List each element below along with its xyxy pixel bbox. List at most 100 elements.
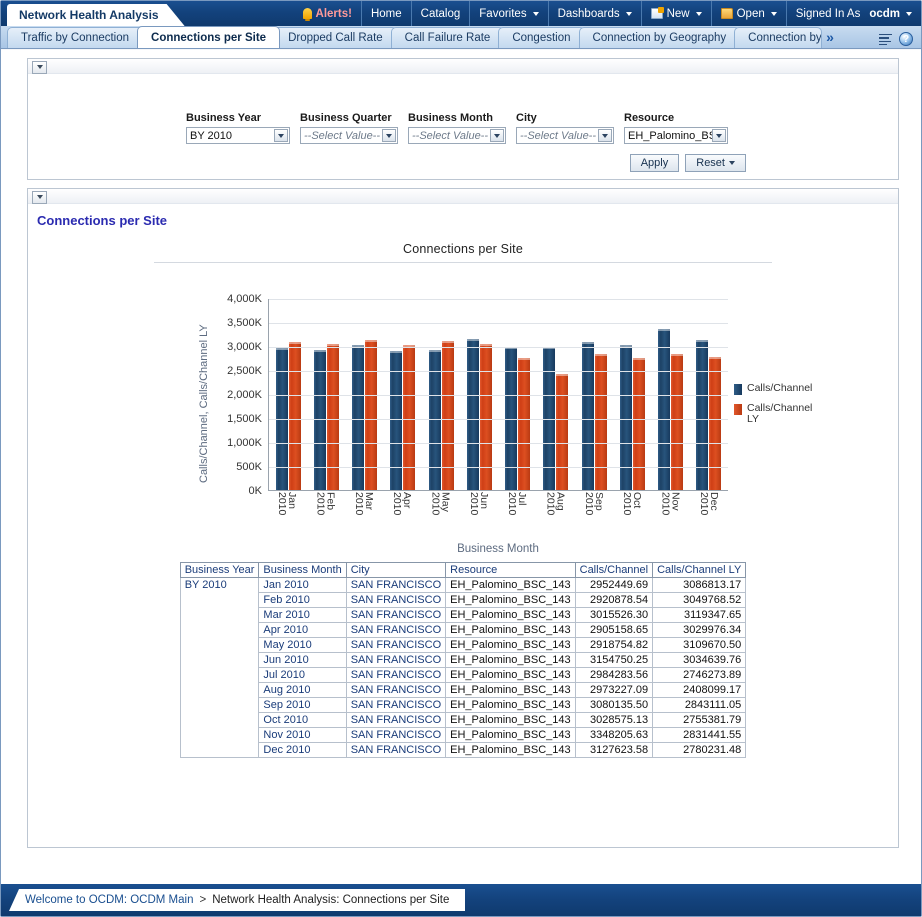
cell-resource: EH_Palomino_BSC_143: [446, 728, 575, 743]
bar[interactable]: [480, 344, 492, 490]
bar[interactable]: [620, 345, 632, 490]
bar[interactable]: [518, 358, 530, 490]
chevron-down-icon: [771, 12, 777, 16]
col-business-month[interactable]: Business Month: [259, 563, 346, 578]
footer-bar: Welcome to OCDM: OCDM Main > Network Hea…: [1, 884, 921, 916]
nav-signed-in-as[interactable]: Signed In As ocdm: [786, 1, 921, 26]
cell-calls-channel: 2952449.69: [575, 578, 652, 593]
tab-connection-by-geography[interactable]: Connection by Geography: [579, 27, 741, 48]
business-quarter-value: --Select Value--: [304, 130, 380, 142]
cell-calls-channel-ly: 2831441.55: [653, 728, 746, 743]
business-quarter-select[interactable]: --Select Value--: [300, 127, 398, 144]
table-row: Dec 2010SAN FRANCISCOEH_Palomino_BSC_143…: [180, 743, 746, 758]
tab-call-failure-rate[interactable]: Call Failure Rate: [391, 27, 505, 48]
nav-new[interactable]: New: [641, 1, 711, 26]
collapse-filter-panel-button[interactable]: [32, 61, 47, 74]
signed-in-label: Signed In As: [796, 8, 861, 20]
cell-business-month: Aug 2010: [259, 683, 346, 698]
resource-select[interactable]: EH_Palomino_BSC: [624, 127, 728, 144]
tab-connection-by-v[interactable]: Connection by V: [734, 27, 822, 48]
table-row: Jun 2010SAN FRANCISCOEH_Palomino_BSC_143…: [180, 653, 746, 668]
cell-resource: EH_Palomino_BSC_143: [446, 713, 575, 728]
bar[interactable]: [352, 345, 364, 490]
chevron-down-icon: [729, 161, 735, 165]
business-year-value: BY 2010: [190, 130, 232, 142]
cell-city: SAN FRANCISCO: [346, 653, 445, 668]
help-icon[interactable]: ?: [899, 32, 913, 46]
table-row: Jul 2010SAN FRANCISCOEH_Palomino_BSC_143…: [180, 668, 746, 683]
col-calls-channel[interactable]: Calls/Channel: [575, 563, 652, 578]
cell-resource: EH_Palomino_BSC_143: [446, 698, 575, 713]
y-axis-tick: 2,500K: [227, 365, 262, 377]
business-month-select[interactable]: --Select Value--: [408, 127, 506, 144]
nav-dashboards[interactable]: Dashboards: [548, 1, 641, 26]
chart-legend: Calls/Channel Calls/Channel LY: [734, 383, 807, 425]
cell-resource: EH_Palomino_BSC_143: [446, 638, 575, 653]
tab-traffic-by-connection[interactable]: Traffic by Connection: [7, 27, 143, 48]
cell-calls-channel-ly: 3029976.34: [653, 623, 746, 638]
bar[interactable]: [556, 374, 568, 490]
nav-alerts-label: Alerts!: [316, 8, 352, 20]
bar[interactable]: [709, 357, 721, 490]
tab-congestion[interactable]: Congestion: [498, 27, 584, 48]
y-axis-tick: 1,500K: [227, 413, 262, 425]
cell-city: SAN FRANCISCO: [346, 728, 445, 743]
page-options-icon[interactable]: [879, 34, 892, 45]
chevron-down-icon[interactable]: [598, 129, 612, 142]
reset-button[interactable]: Reset: [685, 154, 746, 172]
bar[interactable]: [671, 354, 683, 490]
business-year-select[interactable]: BY 2010: [186, 127, 290, 144]
gridline: [269, 299, 728, 300]
chart-y-axis-label: Calls/Channel, Calls/Channel LY: [196, 301, 212, 506]
collapse-report-panel-button[interactable]: [32, 191, 47, 204]
connections-per-site-chart: Connections per Site Calls/Channel, Call…: [28, 242, 898, 552]
apply-button[interactable]: Apply: [630, 154, 680, 172]
cell-city: SAN FRANCISCO: [346, 638, 445, 653]
breadcrumb-home-link[interactable]: Welcome to OCDM: OCDM Main: [25, 894, 193, 906]
global-nav: Alerts! Home Catalog Favorites Dashboard…: [294, 1, 921, 26]
breadcrumb-separator: >: [199, 894, 206, 906]
col-city[interactable]: City: [346, 563, 445, 578]
bar[interactable]: [403, 345, 415, 490]
app-title-tab: Network Health Analysis: [7, 4, 185, 26]
nav-home[interactable]: Home: [361, 1, 411, 26]
filter-city: City --Select Value--: [516, 112, 614, 144]
cell-calls-channel: 3080135.50: [575, 698, 652, 713]
legend-label: Calls/Channel: [747, 383, 807, 394]
cell-business-month: Feb 2010: [259, 593, 346, 608]
reset-button-label: Reset: [696, 157, 725, 169]
bar[interactable]: [658, 329, 670, 490]
report-panel-header: [28, 189, 898, 204]
tab-overflow-icon[interactable]: »: [826, 29, 834, 45]
new-document-icon: [651, 8, 663, 19]
breadcrumb-current: Network Health Analysis: Connections per…: [212, 894, 449, 906]
nav-open[interactable]: Open: [711, 1, 786, 26]
chevron-down-icon[interactable]: [490, 129, 504, 142]
cell-business-year: [180, 743, 259, 758]
col-business-year[interactable]: Business Year: [180, 563, 259, 578]
x-axis-tick: Nov 2010: [651, 492, 689, 540]
bar[interactable]: [633, 358, 645, 490]
tab-connections-per-site[interactable]: Connections per Site: [137, 26, 280, 48]
nav-favorites[interactable]: Favorites: [469, 1, 547, 26]
chevron-down-icon: [626, 12, 632, 16]
bar[interactable]: [327, 344, 339, 490]
filter-label: Business Year: [186, 112, 290, 124]
col-resource[interactable]: Resource: [446, 563, 575, 578]
filter-resource: Resource EH_Palomino_BSC: [624, 112, 728, 144]
cell-city: SAN FRANCISCO: [346, 608, 445, 623]
cell-calls-channel: 3348205.63: [575, 728, 652, 743]
cell-resource: EH_Palomino_BSC_143: [446, 653, 575, 668]
tab-label: Traffic by Connection: [21, 32, 129, 44]
tab-label: Connection by V: [748, 32, 822, 44]
bar[interactable]: [595, 354, 607, 490]
table-row: Apr 2010SAN FRANCISCOEH_Palomino_BSC_143…: [180, 623, 746, 638]
chevron-down-icon[interactable]: [382, 129, 396, 142]
chevron-down-icon[interactable]: [712, 129, 726, 142]
tab-dropped-call-rate[interactable]: Dropped Call Rate: [274, 27, 397, 48]
col-calls-channel-ly[interactable]: Calls/Channel LY: [653, 563, 746, 578]
chevron-down-icon[interactable]: [274, 129, 288, 142]
nav-catalog[interactable]: Catalog: [411, 1, 470, 26]
nav-alerts[interactable]: Alerts!: [294, 1, 361, 26]
city-select[interactable]: --Select Value--: [516, 127, 614, 144]
